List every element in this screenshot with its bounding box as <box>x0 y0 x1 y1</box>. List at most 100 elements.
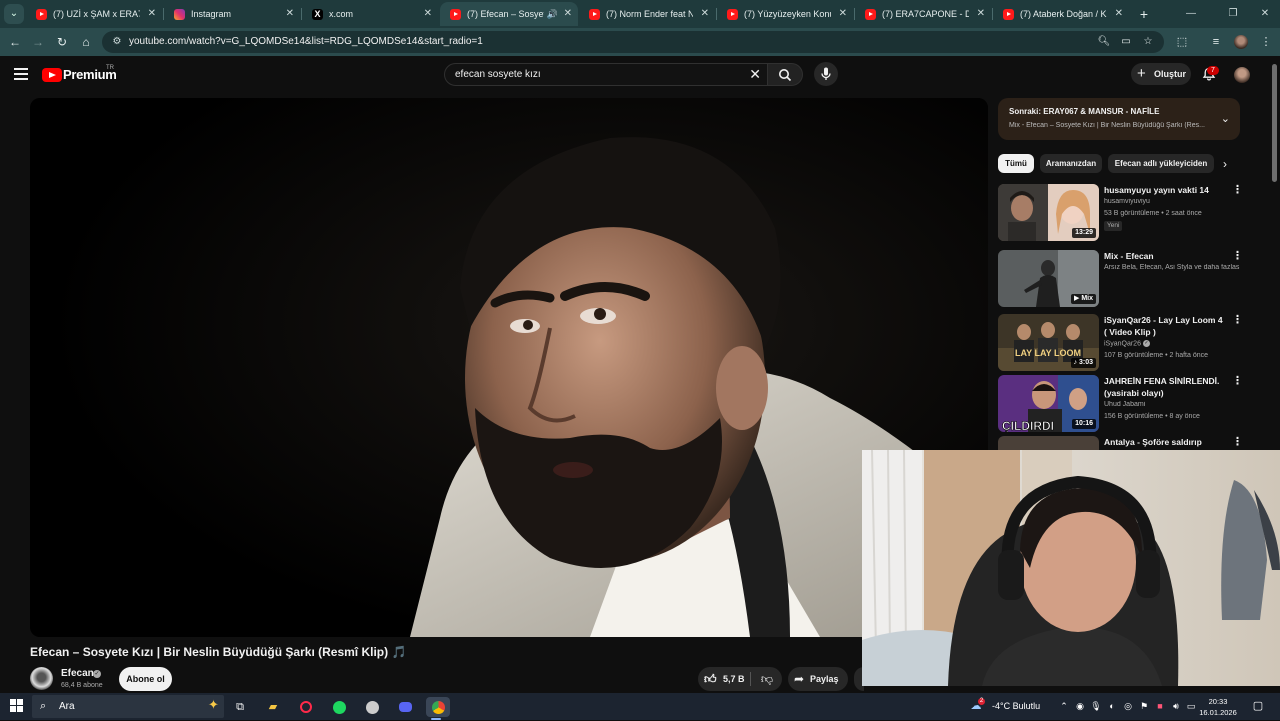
reading-list-icon[interactable]: ≡ <box>1206 32 1226 52</box>
chrome-icon[interactable] <box>426 697 450 720</box>
channel-name[interactable]: Efecan <box>61 668 94 679</box>
tab-close-icon[interactable]: ✕ <box>1115 2 1123 26</box>
browser-tab[interactable]: (7) Norm Ender feat Norm Ender ✕ <box>579 2 715 26</box>
back-arrow-icon[interactable]: ← <box>5 32 25 52</box>
video-thumbnail[interactable]: ÇILDIRDI 10:16 <box>998 375 1099 432</box>
notification-center-icon[interactable]: ▢ <box>1252 700 1264 712</box>
copilot-sparkle-icon[interactable]: ✦ <box>208 697 219 713</box>
recommendation-channel[interactable]: Arsız Bela, Efecan, Asi Styla ve daha fa… <box>1104 264 1240 271</box>
file-explorer-icon[interactable]: ▰ <box>263 697 283 717</box>
address-bar[interactable]: ⚙ youtube.com/watch?v=G_LQOMDSe14&list=R… <box>102 31 1164 53</box>
tray-app-icon[interactable]: ⚑ <box>1138 700 1150 712</box>
extensions-icon[interactable]: ⬚ <box>1172 32 1192 52</box>
youtube-logo-icon[interactable] <box>42 68 62 82</box>
video-thumbnail[interactable] <box>998 436 1099 450</box>
zoom-icon[interactable]: 🔍︎ <box>1096 34 1112 50</box>
browser-tab-active[interactable]: (7) Efecan – Sosyete Kızı 🔊 ✕ <box>440 2 578 26</box>
tab-close-icon[interactable]: ✕ <box>148 2 156 26</box>
site-info-icon[interactable]: ⚙ <box>109 34 125 50</box>
hamburger-menu-icon[interactable] <box>14 68 28 80</box>
tab-close-icon[interactable]: ✕ <box>839 2 847 26</box>
minimize-icon[interactable]: — <box>1176 4 1206 24</box>
restore-icon[interactable]: ❐ <box>1218 4 1248 24</box>
recommendation-title[interactable]: JAHREİN FENA SİNİRLENDİ. (yasirabi olayı… <box>1104 375 1226 399</box>
tray-app-icon[interactable]: ■ <box>1154 700 1166 712</box>
browser-tab[interactable]: (7) Ataberk Doğan / Kırk Kere ✕ <box>993 2 1129 26</box>
recommendation-title[interactable]: Antalya - Şoföre saldırıp taksiyi <box>1104 436 1226 450</box>
recommendation-title[interactable]: Mix - Efecan <box>1104 250 1226 262</box>
tab-search-chevron-icon[interactable]: ⌄ <box>4 4 24 24</box>
video-player[interactable] <box>30 98 988 637</box>
recommendation-channel[interactable]: iSyanQar26 ✓ <box>1104 340 1240 347</box>
task-view-icon[interactable]: ⧉ <box>230 697 250 717</box>
microphone-icon[interactable]: 🎙︎ <box>1090 700 1102 712</box>
recommendation-item[interactable]: Antalya - Şoföre saldırıp taksiyi ⋮ <box>998 436 1248 450</box>
more-options-icon[interactable]: ⋮ <box>1232 184 1243 196</box>
search-button[interactable] <box>767 63 803 86</box>
browser-tab[interactable]: (7) UZİ x ŞAM x ERA7CAPONE ✕ <box>26 2 162 26</box>
video-thumbnail[interactable]: 13:29 <box>998 184 1099 241</box>
browser-tab[interactable]: (7) Yüzyüzeyken Konuşuruz ✕ <box>717 2 853 26</box>
taskbar-search-box[interactable]: ⌕ Ara ✦ <box>32 695 224 718</box>
recommendation-channel[interactable]: Uhud Jabami <box>1104 401 1240 408</box>
recommendation-item[interactable]: ÇILDIRDI 10:16 JAHREİN FENA SİNİRLENDİ. … <box>998 375 1248 433</box>
recommendation-channel[interactable]: husamviyuviyu <box>1104 198 1240 205</box>
bookmark-star-icon[interactable]: ☆ <box>1140 34 1156 50</box>
subscribe-button[interactable]: Abone ol <box>119 667 172 691</box>
more-options-icon[interactable]: ⋮ <box>1232 375 1243 387</box>
more-options-icon[interactable]: ⋮ <box>1232 250 1243 262</box>
forward-arrow-icon[interactable]: → <box>28 32 48 52</box>
recommendation-title[interactable]: iSyanQar26 - Lay Lay Loom 4 ( Video Klip… <box>1104 314 1226 338</box>
share-button[interactable]: ➦ Paylaş <box>788 667 848 691</box>
more-options-icon[interactable]: ⋮ <box>1232 314 1243 326</box>
chevron-right-icon[interactable]: › <box>1218 155 1232 173</box>
mix-thumbnail[interactable]: ▶ Mix <box>998 250 1099 307</box>
video-frame-singer-portrait[interactable] <box>30 98 988 637</box>
recommendation-item[interactable]: 13:29 husamyuyu yayın vakti 14 husamviyu… <box>998 184 1248 242</box>
recommendation-title[interactable]: husamyuyu yayın vakti 14 <box>1104 184 1226 196</box>
up-next-playlist-card[interactable]: Sonraki: ERAY067 & MANSUR - NAFİLE Mix -… <box>998 98 1240 140</box>
reload-icon[interactable]: ↻ <box>52 32 72 52</box>
tray-app-icon[interactable]: ◐ <box>1106 700 1118 712</box>
spotify-icon[interactable] <box>329 697 349 717</box>
search-query-text[interactable]: efecan sosyete kızı <box>455 64 541 85</box>
show-hidden-icons-chevron-icon[interactable]: ⌃ <box>1058 700 1070 712</box>
tray-app-icon[interactable]: ◉ <box>1074 700 1086 712</box>
windows-start-icon[interactable] <box>10 699 24 713</box>
tab-close-icon[interactable]: ✕ <box>977 2 985 26</box>
browser-tab[interactable]: X x.com ✕ <box>302 2 438 26</box>
battery-icon[interactable]: ▭ <box>1185 700 1197 712</box>
clear-search-icon[interactable]: ✕ <box>749 64 761 85</box>
voice-search-mic-icon[interactable] <box>814 62 838 86</box>
youtube-account-avatar[interactable] <box>1234 67 1250 83</box>
thumbs-down-icon[interactable]: 👎︎ <box>754 667 780 691</box>
chip-from-search[interactable]: Aramanızdan <box>1040 154 1102 173</box>
create-button[interactable]: + Oluştur <box>1131 63 1191 85</box>
steam-icon[interactable] <box>362 697 382 717</box>
new-tab-plus-icon[interactable]: + <box>1136 4 1152 24</box>
browser-menu-icon[interactable]: ⋮ <box>1256 32 1276 52</box>
system-clock[interactable]: 20:33 16.01.2026 <box>1198 696 1238 718</box>
chip-from-uploader[interactable]: Efecan adlı yükleyiciden <box>1108 154 1214 173</box>
audio-playing-icon[interactable]: 🔊 <box>547 2 558 26</box>
recommendation-item[interactable]: ▶ Mix Mix - Efecan Arsız Bela, Efecan, A… <box>998 250 1248 308</box>
record-icon[interactable]: ◎ <box>1122 700 1134 712</box>
url-text[interactable]: youtube.com/watch?v=G_LQOMDSe14&list=RDG… <box>129 31 483 53</box>
page-scrollbar[interactable] <box>1272 64 1277 182</box>
opera-gx-icon[interactable] <box>296 697 316 717</box>
recommendation-item[interactable]: LAY LAY LOOM ♪ 3:03 iSyanQar26 - Lay Lay… <box>998 314 1248 372</box>
tab-close-icon[interactable]: ✕ <box>424 2 432 26</box>
volume-speaker-icon[interactable]: 🔊︎ <box>1170 700 1182 712</box>
like-button[interactable]: 👍︎ 5,7 B <box>698 667 750 691</box>
search-input[interactable]: efecan sosyete kızı ✕ <box>444 63 768 86</box>
tab-close-icon[interactable]: ✕ <box>564 2 572 26</box>
tab-close-icon[interactable]: ✕ <box>286 2 294 26</box>
discord-icon[interactable] <box>395 697 415 717</box>
more-options-icon[interactable]: ⋮ <box>1232 436 1243 448</box>
browser-tab[interactable]: (7) ERA7CAPONE - DURUM ✕ <box>855 2 991 26</box>
chip-all[interactable]: Tümü <box>998 154 1034 173</box>
tab-close-icon[interactable]: ✕ <box>701 2 709 26</box>
channel-avatar[interactable] <box>30 667 53 690</box>
window-close-icon[interactable]: ✕ <box>1250 4 1280 24</box>
profile-avatar[interactable] <box>1234 35 1248 49</box>
